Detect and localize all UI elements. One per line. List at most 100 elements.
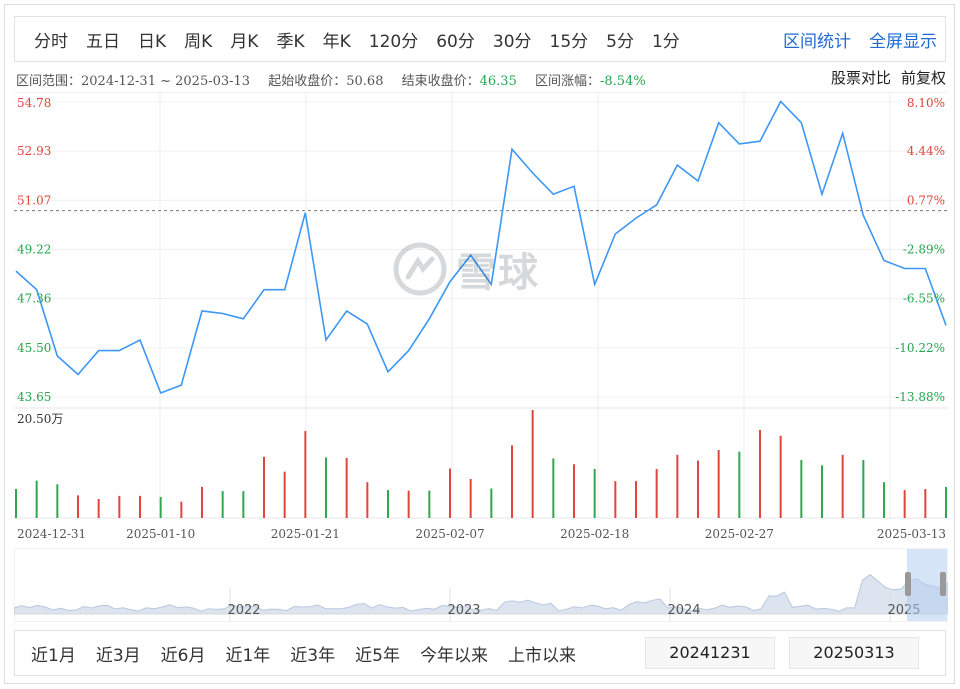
volume-bar (366, 482, 369, 518)
adjust-button[interactable]: 前复权 (901, 67, 946, 88)
volume-bar (903, 490, 906, 518)
volume-bar (490, 488, 493, 518)
period-tab[interactable]: 年K (314, 27, 360, 52)
stock-compare-button[interactable]: 股票对比 (831, 67, 891, 88)
fullscreen-link[interactable]: 全屏显示 (869, 27, 937, 52)
pct-tick-label: 4.44% (907, 144, 945, 158)
period-tab[interactable]: 5分 (597, 27, 643, 52)
pct-tick-label: 0.77% (907, 193, 945, 207)
volume-bar (139, 495, 141, 518)
start-price-info: 起始收盘价：50.68 (268, 74, 383, 89)
start-date-input[interactable]: 20241231 (645, 637, 775, 669)
volume-bar (717, 450, 720, 518)
volume-bar (118, 495, 121, 518)
range-tab[interactable]: 近3年 (280, 641, 345, 666)
navigator-year-label: 2022 (227, 603, 260, 618)
volume-bar (201, 486, 203, 518)
volume-bar (552, 458, 555, 518)
change-info: 区间涨幅：-8.54% (535, 74, 646, 89)
x-tick-label: 2025-02-27 (705, 527, 774, 541)
end-label: 结束收盘价： (401, 74, 480, 89)
period-tabs: 分时 五日 日K 周K 月K 季K 年K 120分 60分 30分 15分 5分 1分 (25, 17, 689, 61)
price-chart[interactable]: 54.78 52.93 51.07 49.22 47.36 45.50 43.65 8.10%… (14, 91, 948, 544)
volume-bar (924, 489, 927, 518)
range-label: 区间范围： (16, 74, 82, 89)
volume-bar (655, 469, 658, 518)
navigator-year-label: 2023 (447, 603, 480, 618)
volume-bar (676, 454, 679, 518)
start-label: 起始收盘价： (268, 74, 347, 89)
range-tab[interactable]: 近3月 (86, 641, 151, 666)
volume-bar (697, 460, 699, 518)
pct-tick-label: -6.55% (903, 292, 945, 306)
range-info: 区间范围：2024-12-31 ~ 2025-03-13 (16, 74, 250, 89)
range-toolbar: 近1月 近3月 近6月 近1年 近3年 近5年 今年以来 上市以来 20241231 2025… (14, 630, 946, 676)
range-info-bar: 区间范围：2024-12-31 ~ 2025-03-13 起始收盘价：50.68… (16, 67, 946, 89)
watermark-text: 雪球 (456, 250, 540, 296)
watermark: 雪球 (392, 240, 540, 298)
volume-bar (56, 484, 59, 518)
period-tab[interactable]: 60分 (427, 27, 484, 52)
period-tab[interactable]: 分时 (25, 27, 77, 52)
overview-navigator-svg[interactable]: 2022 2023 2024 2025 (13, 547, 949, 623)
watermark-logo-icon (393, 242, 447, 296)
price-chart-svg[interactable]: 54.78 52.93 51.07 49.22 47.36 45.50 43.65 8.10%… (14, 91, 948, 544)
navigator-year-label: 2024 (667, 603, 700, 618)
period-tab[interactable]: 1分 (643, 27, 689, 52)
y-tick-label: 52.93 (17, 144, 51, 158)
range-value: 2024-12-31 ~ 2025-03-13 (81, 74, 251, 89)
pct-tick-label: -2.89% (903, 243, 945, 257)
end-value: 46.35 (479, 74, 517, 89)
overview-navigator[interactable]: 2022 2023 2024 2025 (13, 547, 949, 623)
period-tab[interactable]: 120分 (360, 27, 427, 52)
volume-bar (883, 482, 885, 518)
volume-bar (779, 435, 782, 518)
volume-bar (15, 489, 17, 518)
period-tab[interactable]: 30分 (484, 27, 541, 52)
volume-bar (283, 471, 286, 518)
volume-bar (449, 468, 451, 518)
x-tick-label: 2024-12-31 (17, 527, 86, 541)
period-tab[interactable]: 15分 (541, 27, 598, 52)
volume-bar (469, 479, 472, 518)
change-label: 区间涨幅： (534, 74, 600, 89)
volume-bar (180, 501, 183, 518)
volume-bar (428, 490, 431, 518)
range-tabs: 近1月 近3月 近6月 近1年 近3年 近5年 今年以来 上市以来 (21, 631, 586, 675)
range-tab[interactable]: 近6月 (151, 641, 216, 666)
volume-bar (511, 445, 513, 518)
period-tab[interactable]: 周K (175, 27, 221, 52)
range-tab[interactable]: 上市以来 (498, 641, 586, 666)
range-tab[interactable]: 近1月 (21, 641, 86, 666)
period-tab[interactable]: 日K (129, 27, 175, 52)
volume-bar (77, 495, 79, 518)
y-tick-label: 45.50 (17, 341, 51, 355)
range-tab[interactable]: 近1年 (215, 641, 280, 666)
range-tab[interactable]: 近5年 (345, 641, 410, 666)
period-tab[interactable]: 月K (221, 27, 267, 52)
volume-max-label: 20.50万 (17, 412, 63, 426)
volume-bar (800, 460, 803, 518)
x-tick-label: 2025-01-10 (126, 527, 195, 541)
navigator-right-handle[interactable] (940, 572, 946, 596)
range-stats-link[interactable]: 区间统计 (783, 27, 851, 52)
volume-bar (945, 486, 947, 518)
period-toolbar: 分时 五日 日K 周K 月K 季K 年K 120分 60分 30分 15分 5分 1分 区间统计 全屏显… (14, 16, 946, 62)
volume-bar (759, 430, 761, 518)
volume-bar (325, 457, 327, 518)
range-tab[interactable]: 今年以来 (410, 641, 498, 666)
pct-tick-label: -13.88% (895, 390, 945, 404)
volume-bar (862, 460, 865, 518)
volume-bar (159, 496, 162, 518)
period-tab[interactable]: 五日 (77, 27, 129, 52)
top-links: 区间统计 全屏显示 (783, 17, 937, 61)
period-tab[interactable]: 季K (267, 27, 313, 52)
volume-bar (35, 480, 38, 518)
end-date-input[interactable]: 20250313 (789, 637, 919, 669)
navigator-left-handle[interactable] (905, 572, 911, 596)
pct-tick-label: -10.22% (895, 341, 945, 355)
volume-bar (635, 481, 637, 518)
y-tick-label: 43.65 (17, 390, 51, 404)
volume-bar (304, 431, 307, 518)
volume-bar (841, 454, 844, 518)
